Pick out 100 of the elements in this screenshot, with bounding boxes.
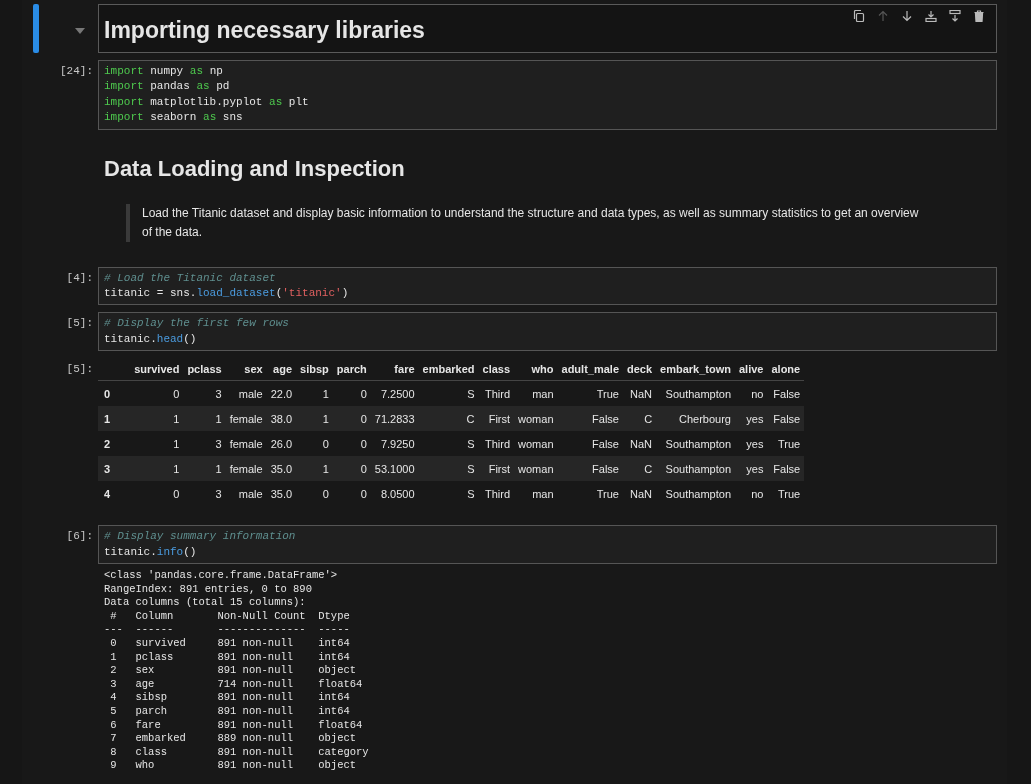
row-index: 0	[98, 380, 131, 407]
table-cell: C	[623, 406, 657, 432]
insert-below-button[interactable]	[946, 10, 964, 22]
code-plain: numpy	[149, 65, 185, 77]
output-text: 5 parch 891 non-null int64	[109, 705, 351, 719]
output-text: 9 who 891 non-null object	[109, 759, 358, 773]
output-text: 4 sibsp 891 non-null int64	[109, 691, 351, 705]
code-plain: seaborn	[149, 111, 198, 124]
table-cell: 71.2833	[370, 406, 419, 432]
code-function: info	[156, 545, 184, 558]
row-index: 3	[98, 456, 131, 482]
table-cell: woman	[514, 431, 558, 457]
table-cell: 3	[183, 481, 226, 507]
table-cell: 1	[183, 456, 226, 482]
table-cell: yes	[735, 406, 768, 432]
table-cell: 0	[332, 380, 371, 407]
code-function: head	[156, 332, 184, 345]
table-cell: NaN	[623, 481, 657, 507]
table-cell: male	[225, 481, 267, 507]
code-plain: titanic.	[104, 545, 157, 558]
code-comment: # Display summary information	[104, 530, 296, 543]
column-header: alive	[735, 358, 768, 381]
code-plain: titanic = sns.	[104, 287, 197, 300]
code-keyword: import	[104, 65, 144, 77]
output-text: RangeIndex: 891 entries, 0 to 890	[104, 582, 313, 597]
table-cell: 0	[296, 431, 333, 457]
markdown-cell[interactable]: Importing necessary libraries	[98, 4, 997, 53]
output-text: 7 embarked 889 non-null object	[109, 732, 358, 746]
table-cell: 1	[296, 406, 333, 432]
table-cell: S	[418, 431, 479, 457]
heading: Importing necessary libraries	[104, 17, 426, 44]
column-header: embarked	[418, 358, 479, 381]
execution-count: [24]:	[60, 64, 93, 79]
table-cell: no	[735, 481, 768, 507]
table-cell: Cherbourg	[656, 406, 735, 432]
code-plain: ()	[183, 332, 197, 345]
table-cell: 0	[296, 481, 333, 507]
column-header: sibsp	[296, 358, 333, 381]
code-cell[interactable]: # Display the first few rows titanic.head()	[98, 312, 997, 352]
execution-count: [6]:	[66, 529, 93, 545]
code-keyword: import	[104, 80, 144, 93]
table-cell: yes	[735, 456, 768, 482]
row-index: 1	[98, 406, 131, 432]
table-cell: male	[225, 380, 267, 407]
column-header: parch	[332, 358, 371, 381]
collapse-caret-icon[interactable]	[75, 28, 85, 34]
output-text: Data columns (total 15 columns):	[104, 596, 307, 610]
table-cell: Third	[478, 431, 515, 457]
code-function: load_dataset	[196, 287, 276, 300]
code-cell[interactable]: import numpy as np import pandas as pd import matplotlib.pyplot as plt import seaborn as sns	[98, 60, 997, 130]
table-cell: 3	[183, 380, 226, 407]
table-cell: False	[557, 431, 623, 457]
table-cell: S	[418, 456, 479, 482]
table-cell: woman	[514, 456, 558, 482]
markdown-cell[interactable]: Data Loading and Inspection Load the Titanic dataset and display basic information to understand the structure and data types, as well as summary statistics to get an overview of the data.	[98, 136, 997, 260]
column-header: survived	[130, 358, 184, 381]
table-cell: 38.0	[266, 406, 297, 432]
table-cell: False	[767, 406, 805, 432]
code-cell[interactable]: # Display summary information titanic.info()	[98, 525, 997, 565]
table-cell: True	[767, 481, 805, 507]
table-cell: 1	[130, 456, 184, 482]
column-header: fare	[370, 358, 419, 381]
table-cell: First	[478, 456, 515, 482]
output-text: <class 'pandas.core.frame.DataFrame'>	[104, 569, 339, 583]
table-cell: female	[225, 456, 267, 482]
code-keyword: import	[104, 111, 144, 124]
column-header: adult_male	[557, 358, 623, 381]
insert-above-button[interactable]	[922, 10, 940, 22]
table-cell: False	[767, 380, 805, 407]
row-index: 4	[98, 481, 131, 507]
table-cell: Southampton	[656, 481, 735, 507]
table-cell: True	[557, 481, 623, 507]
table-cell: 8.0500	[370, 481, 419, 507]
table-cell: 22.0	[266, 380, 297, 407]
code-string: 'titanic'	[282, 287, 342, 300]
table-cell: 0	[130, 481, 184, 507]
table-cell: Southampton	[656, 380, 735, 407]
code-keyword: as	[189, 65, 204, 77]
table-cell: woman	[514, 406, 558, 432]
column-header: age	[266, 358, 297, 381]
table-cell: 0	[332, 456, 371, 482]
table-cell: 53.1000	[370, 456, 419, 482]
blockquote-text: Load the Titanic dataset and display basic information to understand the structure and data types, as well as summary statistics to get an overview of the data.	[126, 203, 991, 242]
table-cell: C	[418, 406, 479, 432]
code-keyword: as	[203, 111, 217, 124]
table-cell: False	[767, 456, 805, 482]
table-cell: man	[514, 380, 558, 407]
table-cell: female	[225, 431, 267, 457]
table-cell: man	[514, 481, 558, 507]
code-plain: matplotlib.pyplot	[149, 95, 264, 108]
table-cell: 0	[130, 380, 184, 407]
code-plain: )	[341, 287, 349, 300]
table-cell: 1	[296, 380, 333, 407]
table-cell: False	[557, 406, 623, 432]
table-cell: 1	[130, 406, 184, 432]
code-cell[interactable]: # Load the Titanic dataset titanic = sns.load_dataset('titanic')	[98, 266, 997, 306]
column-header: sex	[225, 358, 267, 381]
output-text: 3 age 714 non-null float64	[109, 677, 364, 692]
table-cell: C	[623, 456, 657, 482]
table-cell: 3	[183, 431, 226, 457]
